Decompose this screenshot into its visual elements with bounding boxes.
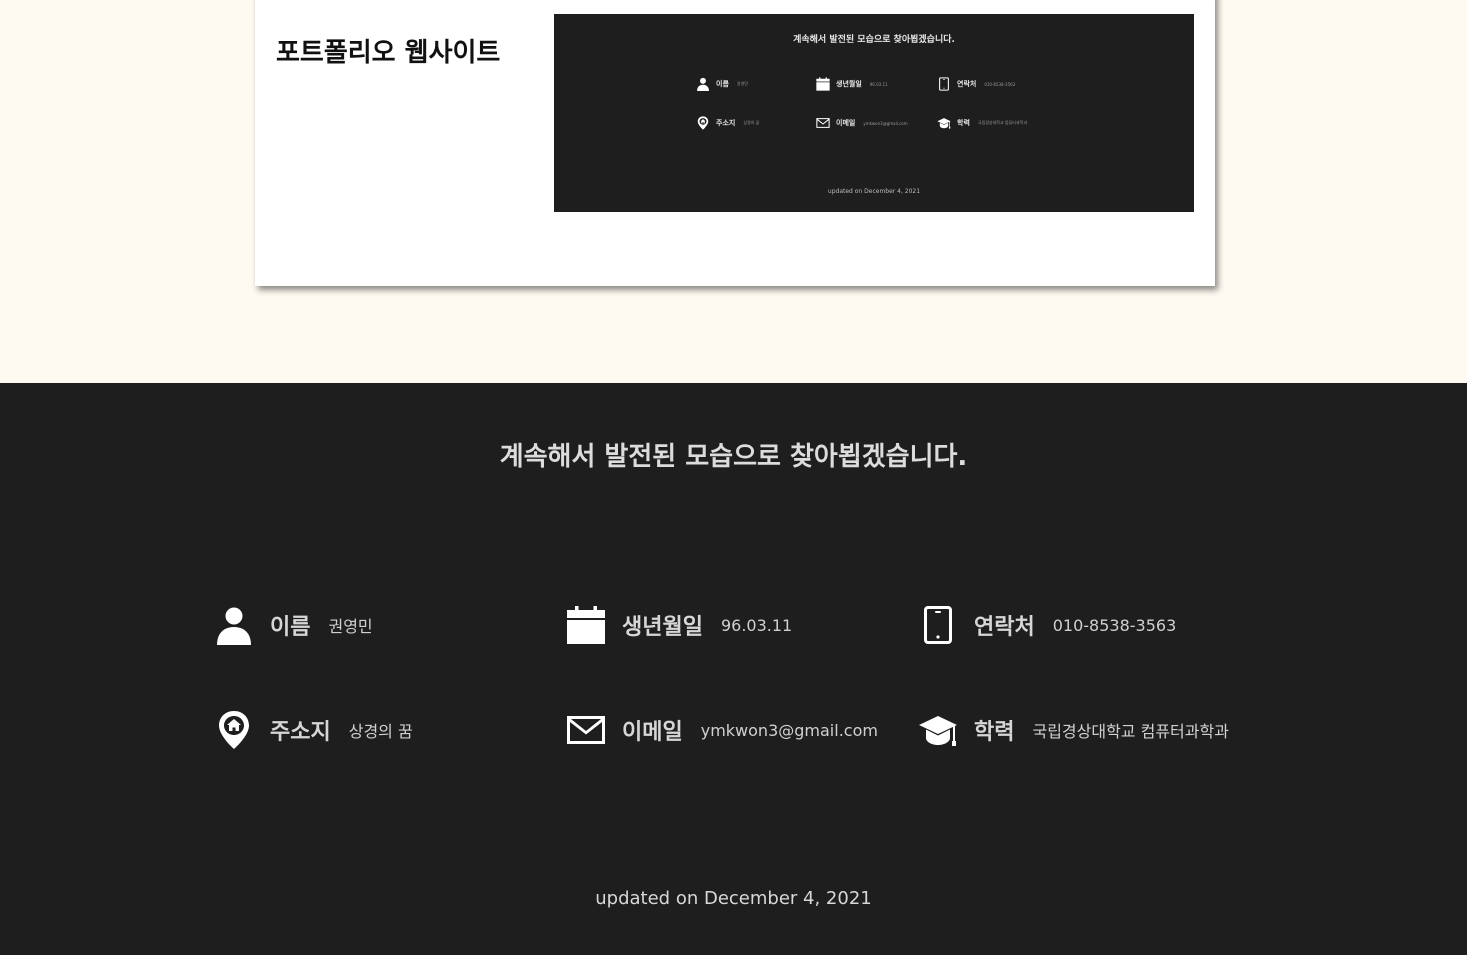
calendar-icon (566, 605, 606, 645)
preview-label: 이름 (716, 80, 729, 88)
preview-updated-text: updated on December 4, 2021 (827, 188, 921, 195)
info-value: 권영민 (328, 617, 373, 636)
preview-label: 주소지 (716, 119, 736, 127)
info-value: 국립경상대학교 컴퓨터과학과 (1032, 722, 1229, 741)
footer-heading: 계속해서 발전된 모습으로 찾아뵙겠습니다. (499, 442, 968, 472)
phone-icon (937, 77, 951, 91)
preview-value: ymkwon3@gmail.com (863, 120, 908, 126)
preview-value: 010-8538-3563 (984, 81, 1016, 87)
preview-label: 학력 (957, 119, 970, 127)
calendar-icon (816, 77, 830, 91)
preview-item-address: 주소지 상경의 꿈 (696, 116, 759, 130)
preview-item-email: 이메일 ymkwon3@gmail.com (816, 116, 908, 130)
preview-item-birth: 생년월일 96.03.11 (816, 77, 888, 91)
graduation-cap-icon (937, 116, 951, 130)
info-value: 상경의 꿈 (348, 722, 413, 741)
info-label: 이름 (270, 615, 311, 640)
info-label: 학력 (974, 720, 1015, 745)
info-item-education: 학력 국립경상대학교 컴퓨터과학과 (918, 710, 1229, 750)
info-value: 96.03.11 (720, 615, 793, 635)
preview-label: 이메일 (836, 119, 856, 127)
mail-icon (816, 116, 830, 130)
project-title: 포트폴리오 웹사이트 (276, 38, 501, 68)
preview-item-contact: 연락처 010-8538-3563 (937, 77, 1015, 91)
preview-value: 96.03.11 (869, 81, 888, 87)
info-item-email: 이메일 ymkwon3@gmail.com (566, 710, 878, 750)
graduation-cap-icon (918, 710, 958, 750)
info-item-birth: 생년월일 96.03.11 (566, 605, 792, 645)
email-link[interactable]: ymkwon3@gmail.com (701, 721, 878, 740)
project-card: 포트폴리오 웹사이트 계속해서 발전된 모습으로 찾아뵙겠습니다. 이름 권영민… (255, 0, 1215, 286)
project-preview-image[interactable]: 계속해서 발전된 모습으로 찾아뵙겠습니다. 이름 권영민 생년월일 96.03… (554, 0, 1194, 212)
info-value: 010-8538-3563 (1052, 615, 1177, 635)
preview-label: 연락처 (957, 80, 977, 88)
preview-item-education: 학력 국립경상대학교 컴퓨터과학과 (937, 116, 1027, 130)
preview-value: 국립경상대학교 컴퓨터과학과 (977, 120, 1028, 125)
preview-top-band (554, 0, 1194, 14)
preview-heading: 계속해서 발전된 모습으로 찾아뵙겠습니다. (793, 35, 955, 45)
info-item-contact: 연락처 010-8538-3563 (918, 605, 1176, 645)
preview-label: 생년월일 (836, 80, 862, 88)
phone-icon (918, 605, 958, 645)
info-label: 생년월일 (622, 615, 703, 640)
person-icon (214, 605, 254, 645)
person-icon (696, 77, 710, 91)
footer-section: 계속해서 발전된 모습으로 찾아뵙겠습니다. 이름 권영민 생년월일 96.03… (0, 383, 1467, 955)
location-pin-icon (696, 116, 710, 130)
location-pin-icon (214, 710, 254, 750)
info-label: 주소지 (270, 720, 331, 745)
preview-value: 권영민 (736, 81, 748, 86)
info-item-name: 이름 권영민 (214, 605, 373, 645)
info-label: 이메일 (622, 720, 683, 745)
info-item-address: 주소지 상경의 꿈 (214, 710, 413, 750)
preview-value: 상경의 꿈 (743, 120, 760, 125)
mail-icon (566, 710, 606, 750)
info-label: 연락처 (974, 615, 1035, 640)
preview-item-name: 이름 권영민 (696, 77, 748, 91)
updated-text: updated on December 4, 2021 (595, 888, 872, 909)
